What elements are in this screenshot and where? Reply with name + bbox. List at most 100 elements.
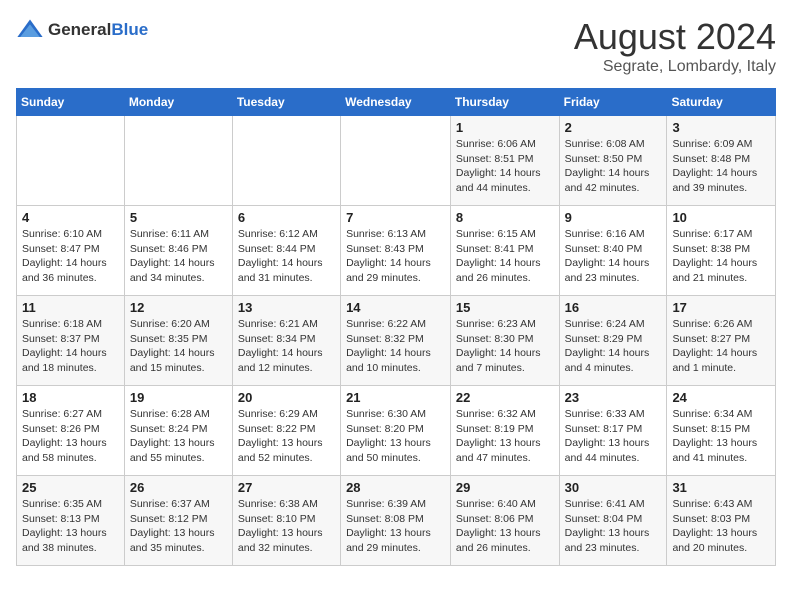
day-number: 6 <box>238 210 335 225</box>
calendar-cell: 15Sunrise: 6:23 AM Sunset: 8:30 PM Dayli… <box>450 296 559 386</box>
logo-icon <box>16 16 44 44</box>
logo-general: GeneralBlue <box>48 20 148 40</box>
calendar-cell: 29 Sunrise: 6:40 AM Sunset: 8:06 PM Dayli… <box>450 476 559 566</box>
day-number: 19 <box>130 390 227 405</box>
day-info: Sunrise: 6:12 AM Sunset: 8:44 PM Dayligh… <box>238 227 335 286</box>
day-number: 30 <box>565 480 662 495</box>
day-number: 14 <box>346 300 445 315</box>
day-info: Sunrise: 6:16 AM Sunset: 8:40 PM Dayligh… <box>565 227 662 286</box>
calendar-cell: 14 Sunrise: 6:22 AM Sunset: 8:32 PM Dayli… <box>341 296 451 386</box>
day-number: 3 <box>672 120 770 135</box>
calendar-cell <box>17 116 125 206</box>
day-number: 23 <box>565 390 662 405</box>
day-info: Sunrise: 6:38 AM Sunset: 8:10 PM Dayligh… <box>238 497 335 556</box>
calendar-cell: 30 Sunrise: 6:41 AM Sunset: 8:04 PM Dayli… <box>559 476 667 566</box>
calendar-cell: 22 Sunrise: 6:32 AM Sunset: 8:19 PM Dayli… <box>450 386 559 476</box>
day-number: 21 <box>346 390 445 405</box>
calendar-cell: 2Sunrise: 6:08 AM Sunset: 8:50 PM Daylig… <box>559 116 667 206</box>
day-number: 16 <box>565 300 662 315</box>
day-info: Sunrise: 6:09 AM Sunset: 8:48 PM Dayligh… <box>672 137 770 196</box>
day-info: Sunrise: 6:30 AM Sunset: 8:20 PM Dayligh… <box>346 407 445 466</box>
day-number: 27 <box>238 480 335 495</box>
subtitle: Segrate, Lombardy, Italy <box>574 58 776 76</box>
day-info: Sunrise: 6:22 AM Sunset: 8:32 PM Dayligh… <box>346 317 445 376</box>
calendar-week-row: 18Sunrise: 6:27 AM Sunset: 8:26 PM Dayli… <box>17 386 776 476</box>
weekday-header: Saturday <box>667 89 776 116</box>
weekday-header: Thursday <box>450 89 559 116</box>
calendar-cell: 31 Sunrise: 6:43 AM Sunset: 8:03 PM Dayli… <box>667 476 776 566</box>
day-number: 11 <box>22 300 119 315</box>
title-block: August 2024 Segrate, Lombardy, Italy <box>574 16 776 76</box>
day-number: 10 <box>672 210 770 225</box>
calendar-cell: 23 Sunrise: 6:33 AM Sunset: 8:17 PM Dayli… <box>559 386 667 476</box>
calendar-cell: 9 Sunrise: 6:16 AM Sunset: 8:40 PM Daylig… <box>559 206 667 296</box>
day-number: 1 <box>456 120 554 135</box>
calendar-cell: 7Sunrise: 6:13 AM Sunset: 8:43 PM Daylig… <box>341 206 451 296</box>
calendar-cell: 13Sunrise: 6:21 AM Sunset: 8:34 PM Dayli… <box>232 296 340 386</box>
weekday-header: Sunday <box>17 89 125 116</box>
day-number: 5 <box>130 210 227 225</box>
page-header: GeneralBlue August 2024 Segrate, Lombard… <box>16 16 776 76</box>
day-info: Sunrise: 6:20 AM Sunset: 8:35 PM Dayligh… <box>130 317 227 376</box>
calendar-cell: 8 Sunrise: 6:15 AM Sunset: 8:41 PM Daylig… <box>450 206 559 296</box>
day-info: Sunrise: 6:29 AM Sunset: 8:22 PM Dayligh… <box>238 407 335 466</box>
calendar-cell: 6 Sunrise: 6:12 AM Sunset: 8:44 PM Daylig… <box>232 206 340 296</box>
calendar-cell: 17Sunrise: 6:26 AM Sunset: 8:27 PM Dayli… <box>667 296 776 386</box>
day-number: 13 <box>238 300 335 315</box>
day-info: Sunrise: 6:27 AM Sunset: 8:26 PM Dayligh… <box>22 407 119 466</box>
day-number: 7 <box>346 210 445 225</box>
day-info: Sunrise: 6:11 AM Sunset: 8:46 PM Dayligh… <box>130 227 227 286</box>
day-info: Sunrise: 6:35 AM Sunset: 8:13 PM Dayligh… <box>22 497 119 556</box>
day-number: 8 <box>456 210 554 225</box>
day-info: Sunrise: 6:34 AM Sunset: 8:15 PM Dayligh… <box>672 407 770 466</box>
day-number: 24 <box>672 390 770 405</box>
calendar-cell: 19 Sunrise: 6:28 AM Sunset: 8:24 PM Dayli… <box>124 386 232 476</box>
weekday-header: Friday <box>559 89 667 116</box>
calendar-cell: 20 Sunrise: 6:29 AM Sunset: 8:22 PM Dayli… <box>232 386 340 476</box>
day-info: Sunrise: 6:28 AM Sunset: 8:24 PM Dayligh… <box>130 407 227 466</box>
calendar-cell: 12 Sunrise: 6:20 AM Sunset: 8:35 PM Dayli… <box>124 296 232 386</box>
day-number: 22 <box>456 390 554 405</box>
weekday-header: Wednesday <box>341 89 451 116</box>
day-number: 2 <box>565 120 662 135</box>
day-info: Sunrise: 6:33 AM Sunset: 8:17 PM Dayligh… <box>565 407 662 466</box>
day-number: 25 <box>22 480 119 495</box>
calendar-cell: 5 Sunrise: 6:11 AM Sunset: 8:46 PM Daylig… <box>124 206 232 296</box>
calendar-cell: 4Sunrise: 6:10 AM Sunset: 8:47 PM Daylig… <box>17 206 125 296</box>
calendar-cell: 11 Sunrise: 6:18 AM Sunset: 8:37 PM Dayli… <box>17 296 125 386</box>
day-info: Sunrise: 6:41 AM Sunset: 8:04 PM Dayligh… <box>565 497 662 556</box>
day-info: Sunrise: 6:37 AM Sunset: 8:12 PM Dayligh… <box>130 497 227 556</box>
calendar-cell <box>124 116 232 206</box>
day-info: Sunrise: 6:10 AM Sunset: 8:47 PM Dayligh… <box>22 227 119 286</box>
calendar-cell <box>232 116 340 206</box>
calendar-cell: 26 Sunrise: 6:37 AM Sunset: 8:12 PM Dayli… <box>124 476 232 566</box>
calendar-cell: 18Sunrise: 6:27 AM Sunset: 8:26 PM Dayli… <box>17 386 125 476</box>
day-info: Sunrise: 6:17 AM Sunset: 8:38 PM Dayligh… <box>672 227 770 286</box>
day-number: 28 <box>346 480 445 495</box>
day-info: Sunrise: 6:32 AM Sunset: 8:19 PM Dayligh… <box>456 407 554 466</box>
calendar-week-row: 4Sunrise: 6:10 AM Sunset: 8:47 PM Daylig… <box>17 206 776 296</box>
day-number: 12 <box>130 300 227 315</box>
calendar-cell <box>341 116 451 206</box>
calendar-table: SundayMondayTuesdayWednesdayThursdayFrid… <box>16 88 776 566</box>
day-info: Sunrise: 6:26 AM Sunset: 8:27 PM Dayligh… <box>672 317 770 376</box>
calendar-week-row: 1Sunrise: 6:06 AM Sunset: 8:51 PM Daylig… <box>17 116 776 206</box>
day-info: Sunrise: 6:24 AM Sunset: 8:29 PM Dayligh… <box>565 317 662 376</box>
day-info: Sunrise: 6:39 AM Sunset: 8:08 PM Dayligh… <box>346 497 445 556</box>
day-info: Sunrise: 6:40 AM Sunset: 8:06 PM Dayligh… <box>456 497 554 556</box>
day-info: Sunrise: 6:15 AM Sunset: 8:41 PM Dayligh… <box>456 227 554 286</box>
day-number: 29 <box>456 480 554 495</box>
day-number: 31 <box>672 480 770 495</box>
day-number: 26 <box>130 480 227 495</box>
day-info: Sunrise: 6:43 AM Sunset: 8:03 PM Dayligh… <box>672 497 770 556</box>
calendar-week-row: 11 Sunrise: 6:18 AM Sunset: 8:37 PM Dayli… <box>17 296 776 386</box>
day-number: 15 <box>456 300 554 315</box>
calendar-cell: 24 Sunrise: 6:34 AM Sunset: 8:15 PM Dayli… <box>667 386 776 476</box>
day-info: Sunrise: 6:18 AM Sunset: 8:37 PM Dayligh… <box>22 317 119 376</box>
day-number: 20 <box>238 390 335 405</box>
calendar-cell: 28 Sunrise: 6:39 AM Sunset: 8:08 PM Dayli… <box>341 476 451 566</box>
calendar-cell: 27 Sunrise: 6:38 AM Sunset: 8:10 PM Dayli… <box>232 476 340 566</box>
calendar-cell: 16 Sunrise: 6:24 AM Sunset: 8:29 PM Dayli… <box>559 296 667 386</box>
weekday-header-row: SundayMondayTuesdayWednesdayThursdayFrid… <box>17 89 776 116</box>
day-number: 9 <box>565 210 662 225</box>
